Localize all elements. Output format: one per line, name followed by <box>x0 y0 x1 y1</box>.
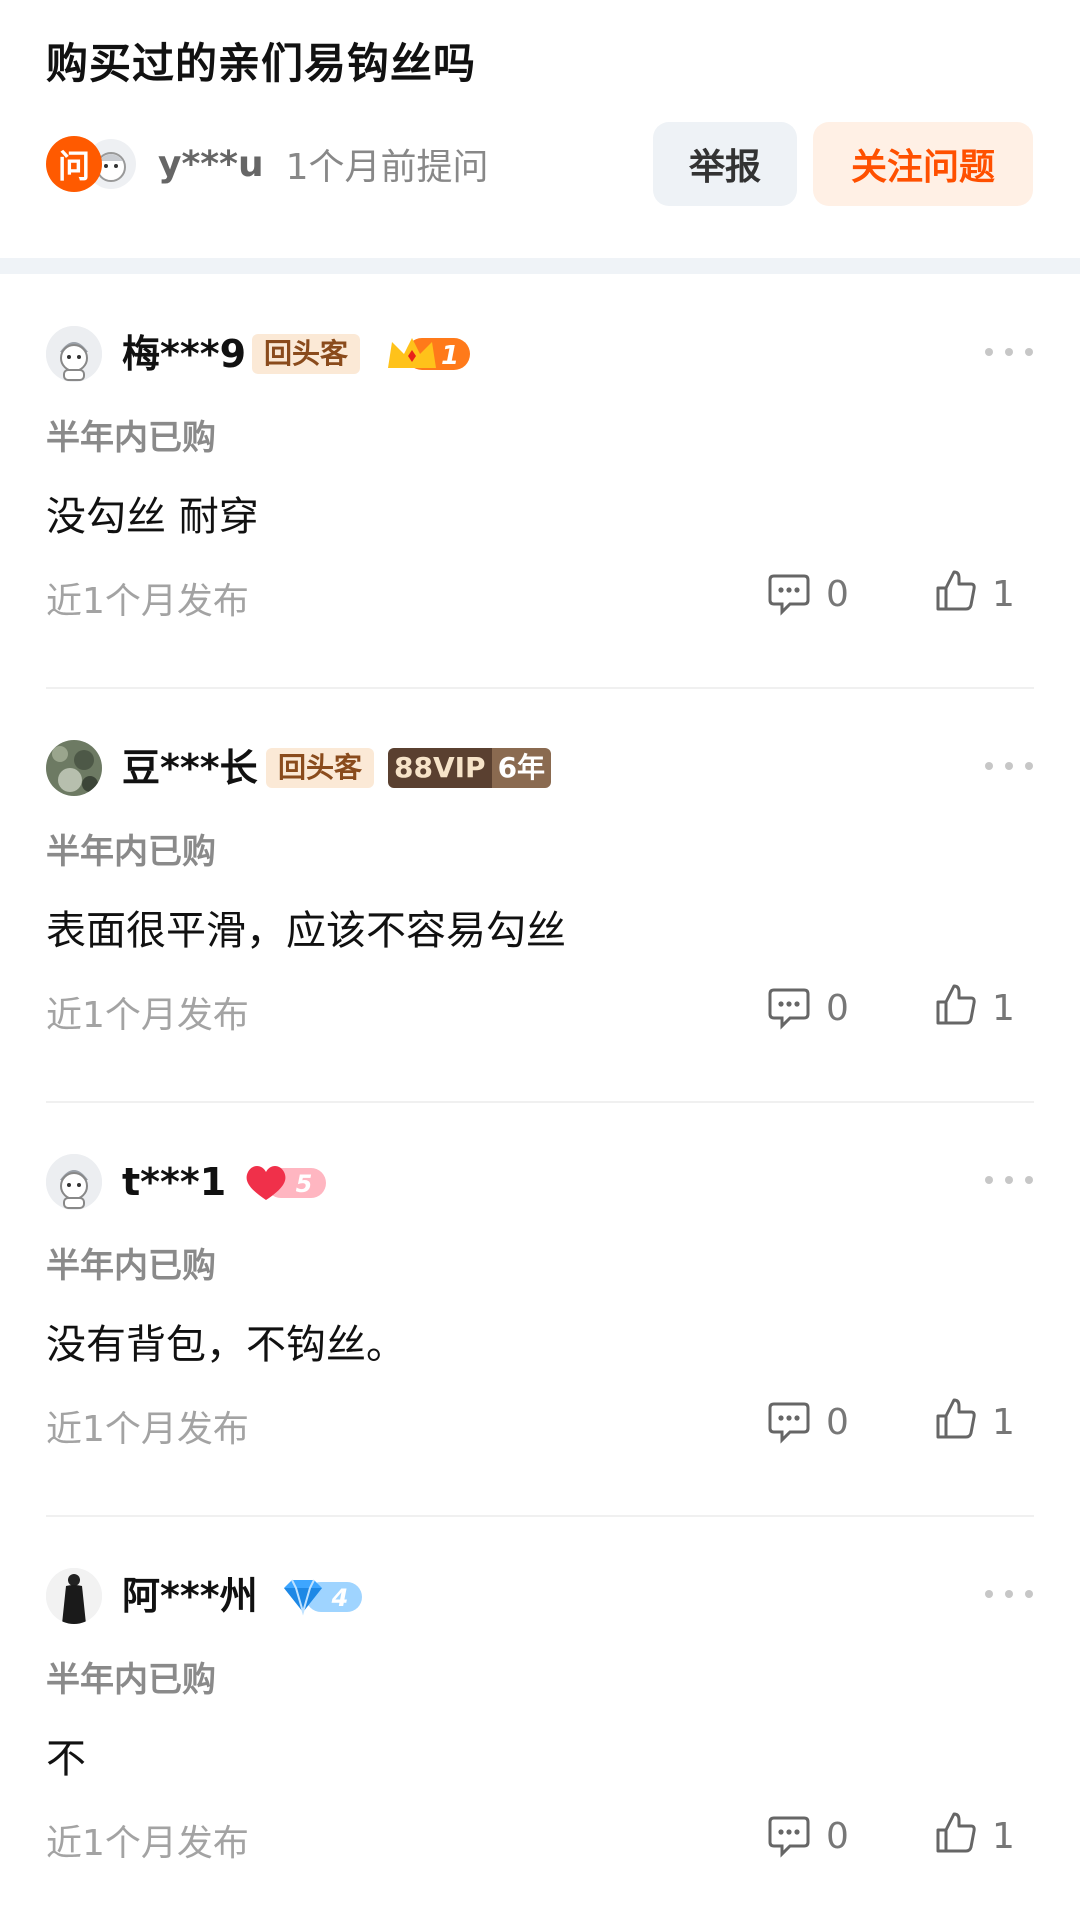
vip-label: 88VIP <box>388 748 492 788</box>
thumbs-up-icon[interactable] <box>935 1396 977 1440</box>
asker-name[interactable]: y***u <box>158 144 264 185</box>
user-avatar[interactable] <box>46 1568 102 1624</box>
asker-time: 1个月前提问 <box>285 147 489 188</box>
like-count: 1 <box>992 1402 1015 1443</box>
purchase-status: 半年内已购 <box>46 832 216 872</box>
follow-question-button[interactable]: 关注问题 <box>813 122 1033 206</box>
post-time: 近1个月发布 <box>46 1823 249 1864</box>
comment-icon[interactable] <box>768 1814 810 1858</box>
comment-count: 0 <box>826 574 849 615</box>
review-item: 梅***9 回头客 1 半年内已购 没勾丝 耐穿 近1个月发布 0 1 <box>0 274 1080 689</box>
default-avatar-icon <box>46 1154 102 1210</box>
more-options-icon[interactable] <box>985 1580 1033 1608</box>
user-avatar[interactable] <box>46 740 102 796</box>
default-avatar-icon <box>46 326 102 382</box>
user-avatar[interactable] <box>46 1154 102 1210</box>
repeat-customer-tag: 回头客 <box>266 748 375 788</box>
more-options-icon[interactable] <box>985 338 1033 366</box>
review-item: 阿***州 4 半年内已购 不 近1个月发布 0 1 <box>0 1516 1080 1930</box>
like-count: 1 <box>992 574 1015 615</box>
purchase-status: 半年内已购 <box>46 1660 216 1700</box>
crown-level-badge: 1 <box>388 338 470 371</box>
review-item: t***1 5 半年内已购 没有背包，不钩丝。 近1个月发布 0 1 <box>0 1102 1080 1517</box>
question-badge: 问 <box>46 136 102 192</box>
asker-row: 问 y***u 1个月前提问 <box>46 134 488 194</box>
more-options-icon[interactable] <box>985 1166 1033 1194</box>
username[interactable]: 梅***9 <box>122 326 246 382</box>
comment-count: 0 <box>826 1816 849 1857</box>
level-number: 4 <box>331 1584 349 1612</box>
post-time: 近1个月发布 <box>46 581 249 622</box>
review-content: 没有背包，不钩丝。 <box>46 1322 406 1368</box>
photo-avatar-icon <box>46 1568 102 1624</box>
diamond-level-badge: 4 <box>284 1579 362 1616</box>
username[interactable]: 阿***州 <box>122 1568 258 1624</box>
comment-count: 0 <box>826 1402 849 1443</box>
question-title: 购买过的亲们易钩丝吗 <box>46 39 477 88</box>
post-time: 近1个月发布 <box>46 995 249 1036</box>
like-count: 1 <box>992 988 1015 1029</box>
username[interactable]: 豆***长 <box>122 740 258 796</box>
report-button[interactable]: 举报 <box>653 122 797 206</box>
purchase-status: 半年内已购 <box>46 418 216 458</box>
level-number: 5 <box>296 1170 313 1198</box>
comment-icon[interactable] <box>768 986 810 1030</box>
vip-badge: 88VIP 6年 <box>388 748 552 788</box>
section-divider <box>0 258 1080 274</box>
review-item: 豆***长 回头客 88VIP 6年 半年内已购 表面很平滑，应该不容易勾丝 近… <box>0 688 1080 1103</box>
post-time: 近1个月发布 <box>46 1409 249 1450</box>
username[interactable]: t***1 <box>122 1154 226 1210</box>
user-avatar[interactable] <box>46 326 102 382</box>
comment-count: 0 <box>826 988 849 1029</box>
review-content: 不 <box>46 1736 86 1782</box>
comment-icon[interactable] <box>768 572 810 616</box>
comment-icon[interactable] <box>768 1400 810 1444</box>
thumbs-up-icon[interactable] <box>935 982 977 1026</box>
level-number: 1 <box>441 341 459 371</box>
vip-years: 6年 <box>491 748 552 788</box>
like-count: 1 <box>992 1816 1015 1857</box>
purchase-status: 半年内已购 <box>46 1246 216 1286</box>
review-content: 表面很平滑，应该不容易勾丝 <box>46 908 566 954</box>
photo-avatar-icon <box>46 740 102 796</box>
question-header: 购买过的亲们易钩丝吗 问 y***u 1个月前提问 举报 关注问题 <box>0 0 1080 258</box>
review-content: 没勾丝 耐穿 <box>46 494 259 540</box>
repeat-customer-tag: 回头客 <box>252 334 361 374</box>
more-options-icon[interactable] <box>985 752 1033 780</box>
thumbs-up-icon[interactable] <box>935 568 977 612</box>
heart-level-badge: 5 <box>246 1166 326 1200</box>
thumbs-up-icon[interactable] <box>935 1810 977 1854</box>
